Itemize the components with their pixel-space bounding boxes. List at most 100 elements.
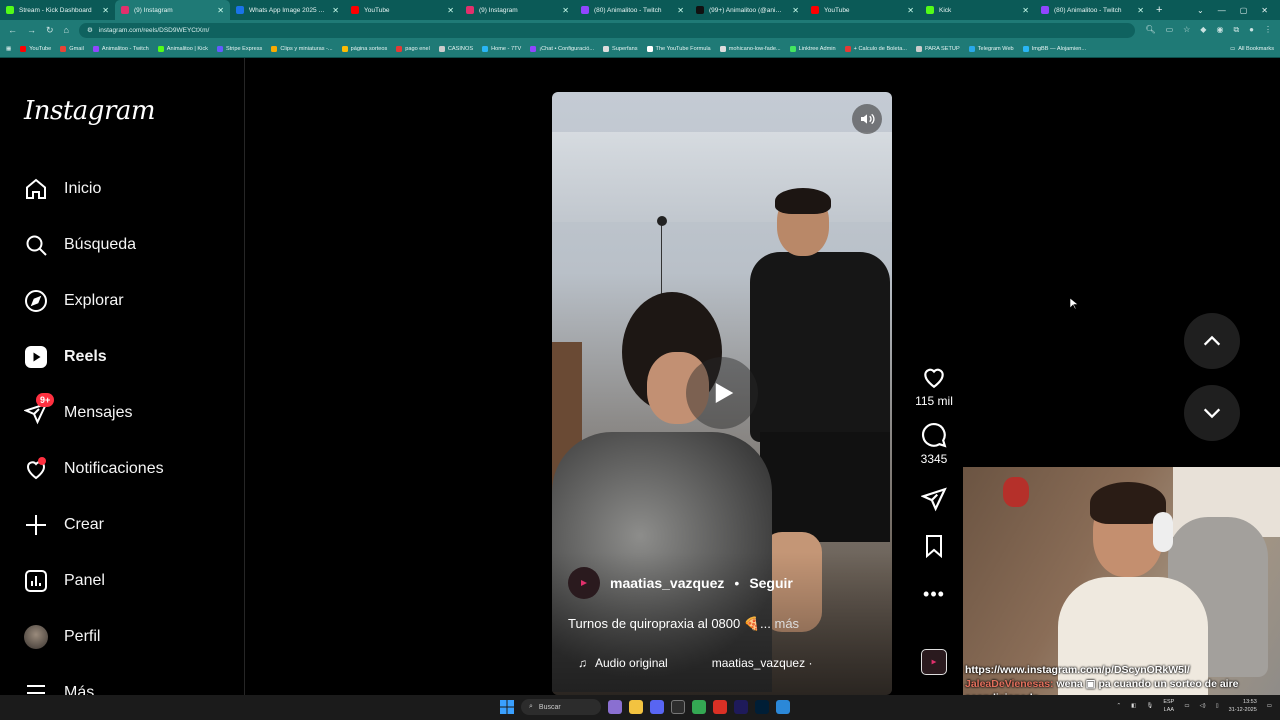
share-action[interactable] [921,486,947,512]
more-options-action[interactable]: ••• [923,584,945,605]
zoom-icon[interactable]: 🔍︎ [1145,25,1155,35]
browser-tab[interactable]: (80) Animalitoo - Twitch ✕ [1035,0,1150,20]
bookmark-item[interactable]: página sorteos [341,45,387,52]
nav-perfil[interactable]: Perfil [24,624,100,650]
input-language[interactable]: ESP LAA [1163,698,1174,714]
bookmark-item[interactable]: ImgBB — Alojamien... [1022,45,1086,52]
bookmark-item[interactable]: Stripe Express [216,45,262,52]
bookmark-item[interactable]: Linktree Admin [789,45,836,52]
bookmark-item[interactable]: + Calculo de Boleta... [844,45,907,52]
nav-reels[interactable]: Reels [24,344,107,370]
back-icon[interactable]: ← [8,25,17,35]
author-username[interactable]: maatias_vazquez [610,575,724,591]
reel-audio-info[interactable]: ♫ Audio original maatias_vazquez · [578,656,812,670]
instagram-logo[interactable]: Instagram [24,96,156,126]
nav-mensajes[interactable]: 9+ Mensajes [24,393,132,426]
bookmark-item[interactable]: Gmail [60,45,84,52]
forward-icon[interactable]: → [27,25,36,35]
browser-tab[interactable]: YouTube ✕ [805,0,920,20]
system-clock[interactable]: 13:53 31-12-2025 [1229,698,1257,714]
tab-close-icon[interactable]: ✕ [332,6,339,15]
tab-close-icon[interactable]: ✕ [1022,6,1029,15]
nav-panel[interactable]: Panel [24,568,105,594]
new-tab-icon[interactable]: + [1150,4,1168,16]
site-info-icon[interactable]: ⚙ [87,26,93,34]
extensions-puzzle-icon[interactable]: ⧉ [1233,25,1239,35]
tray-app-icon[interactable]: ◧ [1131,703,1136,709]
volume-icon[interactable]: ◁) [1200,703,1206,709]
reload-icon[interactable]: ↻ [46,25,54,36]
discord-icon[interactable] [650,700,664,714]
bookmark-item[interactable]: mohicano-low-fade... [719,45,781,52]
chrome-icon[interactable] [692,700,706,714]
browser-tab[interactable]: Stream - Kick Dashboard ✕ [0,0,115,20]
tab-close-icon[interactable]: ✕ [1137,6,1144,15]
reel-video[interactable]: maatias_vazquez • Seguir Turnos de quiro… [552,92,892,695]
url-field[interactable]: ⚙ instagram.com/reels/DSD9WEYCtXm/ [78,22,1136,38]
cast-icon[interactable]: ▭ [1166,25,1174,35]
tab-search-icon[interactable]: ⌄ [1197,6,1204,15]
nav-notificaciones[interactable]: Notificaciones [24,456,164,482]
tab-close-icon[interactable]: ✕ [102,6,109,15]
browser-tab[interactable]: Kick ✕ [920,0,1035,20]
browser-tab[interactable]: (80) Animalitoo - Twitch ✕ [575,0,690,20]
comment-action[interactable]: 3345 [921,422,947,466]
tab-close-icon[interactable]: ✕ [907,6,914,15]
microphone-icon[interactable]: 🎙︎ [1146,703,1153,709]
network-icon[interactable]: ▭ [1184,703,1189,709]
obs-icon[interactable] [671,700,685,714]
save-action[interactable] [922,534,946,558]
browser-tab[interactable]: Whats App Image 2025 12 31 ... ✕ [230,0,345,20]
nav-inicio[interactable]: Inicio [24,176,101,202]
close-window-icon[interactable]: ✕ [1261,6,1268,15]
tab-close-icon[interactable]: ✕ [562,6,569,15]
notifications-icon[interactable]: ▭ [1267,703,1272,709]
notepad-icon[interactable] [776,700,790,714]
browser-tab[interactable]: (9) Instagram ✕ [460,0,575,20]
bookmark-item[interactable]: Telegram Web [968,45,1014,52]
nav-crear[interactable]: Crear [24,512,104,538]
next-reel-button[interactable] [1184,385,1240,441]
battery-icon[interactable]: ▯ [1216,703,1219,709]
tray-overflow-icon[interactable]: ⌃ [1117,703,1122,709]
taskbar-search[interactable]: ⌕ Buscar [521,699,601,715]
tab-close-icon[interactable]: ✕ [677,6,684,15]
bookmark-item[interactable]: The YouTube Formula [646,45,711,52]
all-bookmarks[interactable]: ▭ All Bookmarks [1230,46,1274,52]
file-explorer-icon[interactable] [629,700,643,714]
audio-thumbnail[interactable] [921,649,947,675]
maximize-icon[interactable]: ▢ [1240,6,1248,15]
volume-toggle-button[interactable] [852,104,882,134]
windows-start-icon[interactable] [500,700,514,714]
tab-close-icon[interactable]: ✕ [217,6,224,15]
nav-busqueda[interactable]: Búsqueda [24,232,136,258]
extension-icon-2[interactable]: ◉ [1216,25,1223,35]
bookmark-item[interactable]: pago enel [396,45,430,52]
browser-tab[interactable]: (9) Instagram ✕ [115,0,230,20]
previous-reel-button[interactable] [1184,313,1240,369]
minimize-icon[interactable]: — [1218,6,1226,15]
author-avatar[interactable] [568,567,600,599]
browser-tab[interactable]: YouTube ✕ [345,0,460,20]
play-button[interactable] [686,357,758,429]
apps-grid-icon[interactable]: ▦ [6,46,11,52]
nav-explorar[interactable]: Explorar [24,288,124,314]
follow-button[interactable]: Seguir [749,575,793,591]
bookmark-item[interactable]: Home - 7TV [482,45,521,52]
browser-tab[interactable]: (99+) Animalitoo (@animalito... ✕ [690,0,805,20]
bookmark-item[interactable]: YouTube [20,45,51,52]
home-icon[interactable]: ⌂ [64,25,69,35]
caption-more-link[interactable]: más [775,616,800,631]
photoshop-icon[interactable] [755,700,769,714]
profile-avatar-icon[interactable]: ● [1249,25,1254,35]
like-action[interactable]: 115 mil [915,364,953,408]
bookmark-item[interactable]: CASINOS [438,45,473,52]
extension-icon[interactable]: ◆ [1200,25,1206,35]
bookmark-item[interactable]: Clips y miniaturas -... [271,45,333,52]
bookmark-item[interactable]: Animalitoo | Kick [157,45,208,52]
bookmark-item[interactable]: Animalitoo - Twitch [92,45,149,52]
premiere-icon[interactable] [734,700,748,714]
tab-close-icon[interactable]: ✕ [447,6,454,15]
bookmark-star-icon[interactable]: ☆ [1183,25,1190,35]
tab-close-icon[interactable]: ✕ [792,6,799,15]
